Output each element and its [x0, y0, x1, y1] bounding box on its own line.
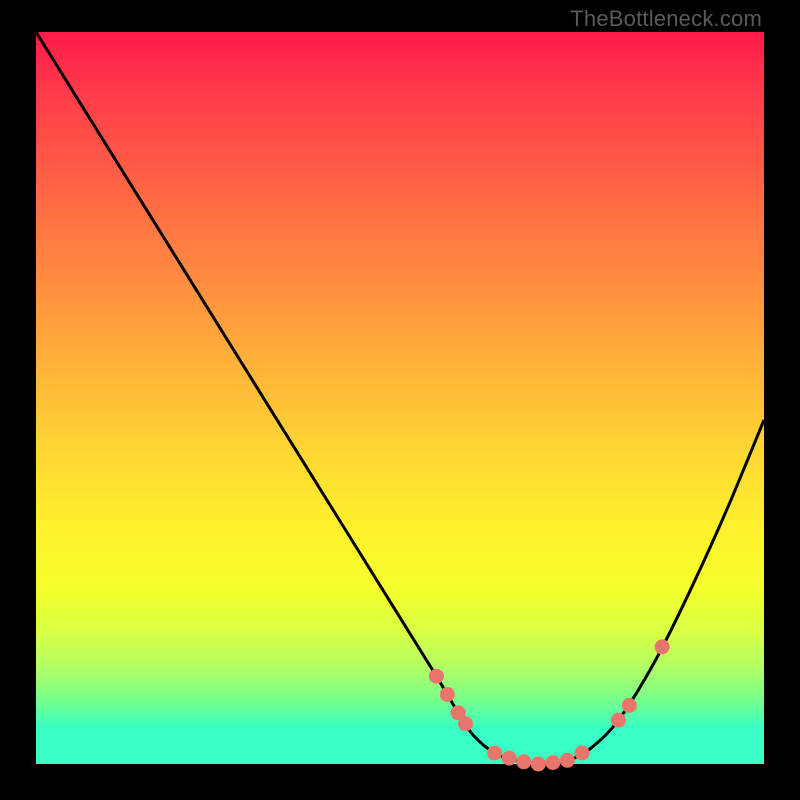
curve-marker [458, 716, 473, 731]
curve-marker [622, 698, 637, 713]
watermark-text: TheBottleneck.com [570, 6, 762, 32]
curve-marker [611, 713, 626, 728]
curve-marker [545, 755, 560, 770]
curve-markers [429, 639, 670, 771]
chart-container: TheBottleneck.com [0, 0, 800, 800]
curve-marker [531, 757, 546, 772]
curve-marker [575, 746, 590, 761]
curve-marker [440, 687, 455, 702]
curve-marker [516, 754, 531, 769]
curve-marker [655, 639, 670, 654]
curve-marker [429, 669, 444, 684]
curve-marker [487, 746, 502, 761]
curve-marker [560, 753, 575, 768]
curve-marker [502, 751, 517, 766]
bottleneck-curve [36, 32, 764, 764]
curve-layer [36, 32, 764, 764]
